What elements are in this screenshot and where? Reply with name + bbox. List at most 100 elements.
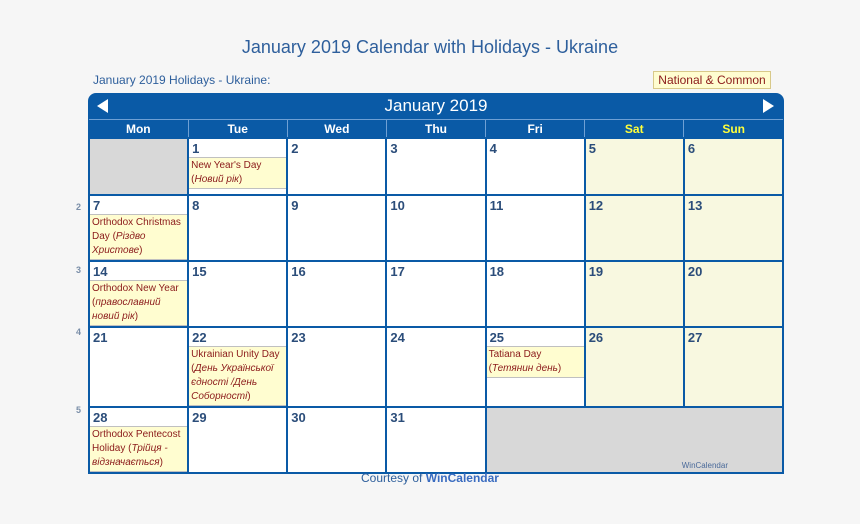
calendar-header: January 2019 (88, 93, 784, 119)
day-number: 19 (588, 264, 604, 279)
wincalendar-link[interactable]: WinCalendar (426, 471, 499, 485)
day-cell[interactable]: 22 Ukrainian Unity Day (День Української … (187, 326, 289, 408)
day-cell[interactable]: 15 (187, 260, 289, 328)
weekday-mon: Mon (89, 119, 189, 138)
day-cell[interactable]: 24 (385, 326, 487, 408)
week-row: 1 New Year's Day (Новий рік) 2 3 4 5 6 (87, 137, 785, 196)
day-number: 31 (390, 410, 405, 425)
day-number: 16 (291, 264, 306, 279)
week-row: 28 Orthodox Pentecost Holiday (Трійця - в… (87, 406, 785, 474)
calendar: January 2019 Mon Tue Wed Thu Fri Sat Sun 1 New … (87, 93, 785, 474)
day-cell[interactable]: 30 (286, 406, 388, 474)
day-cell[interactable]: 31 (385, 406, 487, 474)
paren-close: ) (247, 391, 251, 402)
day-number: 26 (588, 330, 604, 345)
day-number: 3 (390, 141, 398, 156)
courtesy-prefix: Courtesy of (361, 471, 426, 485)
weekday-wed: Wed (286, 119, 387, 138)
day-number: 13 (687, 198, 703, 213)
holiday-name: Orthodox New Year (92, 283, 179, 294)
paren-close: ) (557, 363, 562, 374)
day-cell[interactable]: 10 (385, 194, 487, 262)
day-cell[interactable]: 19 (583, 260, 685, 328)
day-cell[interactable]: 3 (385, 137, 487, 196)
day-number: 18 (489, 264, 505, 279)
holiday-event[interactable]: Ukrainian Unity Day (День Української єд… (189, 346, 287, 406)
holidays-subtitle: January 2019 Holidays - Ukraine: (93, 73, 271, 87)
day-cell[interactable]: 21 (87, 326, 190, 408)
day-number: 12 (588, 198, 604, 213)
day-cell[interactable]: 1 New Year's Day (Новий рік) (187, 137, 289, 196)
day-number: 27 (687, 330, 703, 345)
day-cell[interactable]: 27 (682, 326, 785, 408)
day-number: 5 (588, 141, 596, 156)
weekday-sat: Sat (584, 119, 684, 138)
week-number: 5 (76, 405, 82, 415)
day-number: 8 (192, 198, 200, 213)
day-cell[interactable]: 14 Orthodox New Year (православний новий … (87, 260, 190, 328)
holiday-local-name: православний новий рік (92, 297, 161, 322)
week-row: 21 22 Ukrainian Unity Day (День Українсько… (87, 326, 785, 408)
day-number: 23 (291, 330, 306, 345)
day-cell[interactable]: 29 (187, 406, 289, 474)
paren-close: ) (139, 245, 143, 256)
day-cell[interactable]: 2 (286, 137, 388, 196)
wincalendar-watermark: WinCalendar (681, 461, 728, 470)
day-number: 14 (93, 264, 108, 279)
day-cell[interactable]: 25 Tatiana Day (Тетянин день) (484, 326, 586, 408)
day-cell[interactable]: 20 (682, 260, 785, 328)
weekday-header-row: Mon Tue Wed Thu Fri Sat Sun (89, 119, 783, 138)
day-cell[interactable]: 9 (286, 194, 388, 262)
day-cell[interactable]: 16 (286, 260, 388, 328)
month-label: January 2019 (384, 96, 488, 115)
holiday-name: New Year's Day (191, 160, 262, 171)
week-number: 2 (76, 202, 82, 212)
weekday-tue: Tue (187, 119, 288, 138)
day-cell[interactable]: 17 (385, 260, 487, 328)
holiday-local-name: День Української єдності /День Соборност… (191, 363, 274, 402)
day-cell[interactable]: 18 (484, 260, 586, 328)
day-number: 1 (192, 141, 200, 156)
day-cell[interactable]: 23 (286, 326, 388, 408)
day-number: 20 (687, 264, 703, 279)
courtesy-footer: Courtesy of WinCalendar (0, 471, 860, 485)
week-number: 4 (76, 327, 82, 337)
day-number: 10 (390, 198, 405, 213)
day-cell[interactable]: 26 (583, 326, 685, 408)
holiday-local-name: Тетянин день (491, 363, 558, 374)
holiday-name: Ukrainian Unity Day (191, 349, 280, 360)
day-cell[interactable]: 4 (484, 137, 586, 196)
legend-national-common: National & Common (653, 71, 771, 89)
day-number: 24 (390, 330, 405, 345)
day-number: 25 (489, 330, 505, 345)
day-number: 22 (192, 330, 207, 345)
day-cell[interactable]: 8 (187, 194, 289, 262)
holiday-event[interactable]: Orthodox New Year (православний новий рі… (90, 280, 188, 326)
day-cell[interactable]: 5 (583, 137, 685, 196)
next-month-arrow-icon[interactable] (763, 99, 774, 113)
paren-close: ) (238, 174, 243, 185)
day-cell[interactable]: 28 Orthodox Pentecost Holiday (Трійця - в… (87, 406, 190, 474)
holiday-local-name: Новий рік (194, 174, 239, 185)
day-number: 21 (93, 330, 108, 345)
holiday-event[interactable]: Orthodox Pentecost Holiday (Трійця - від… (90, 426, 188, 472)
paren-close: ) (134, 311, 139, 322)
weekday-fri: Fri (485, 119, 585, 138)
day-cell[interactable]: 11 (484, 194, 586, 262)
day-number: 4 (489, 141, 497, 156)
day-number: 28 (93, 410, 108, 425)
day-number: 11 (489, 198, 504, 213)
week-number: 3 (76, 265, 82, 275)
week-row: 7 Orthodox Christmas Day (Різдво Христове… (87, 194, 785, 262)
day-number: 2 (291, 141, 299, 156)
day-cell[interactable]: 6 (682, 137, 785, 196)
day-number: 9 (291, 198, 299, 213)
holiday-event[interactable]: Orthodox Christmas Day (Різдво Христове) (90, 214, 188, 260)
day-cell[interactable]: 13 (682, 194, 785, 262)
holiday-event[interactable]: New Year's Day (Новий рік) (189, 157, 287, 189)
day-cell[interactable]: 12 (583, 194, 685, 262)
day-number: 6 (687, 141, 696, 156)
holiday-event[interactable]: Tatiana Day (Тетянин день) (486, 346, 584, 378)
day-cell[interactable]: 7 Orthodox Christmas Day (Різдво Христове… (87, 194, 190, 262)
day-number: 29 (192, 410, 207, 425)
